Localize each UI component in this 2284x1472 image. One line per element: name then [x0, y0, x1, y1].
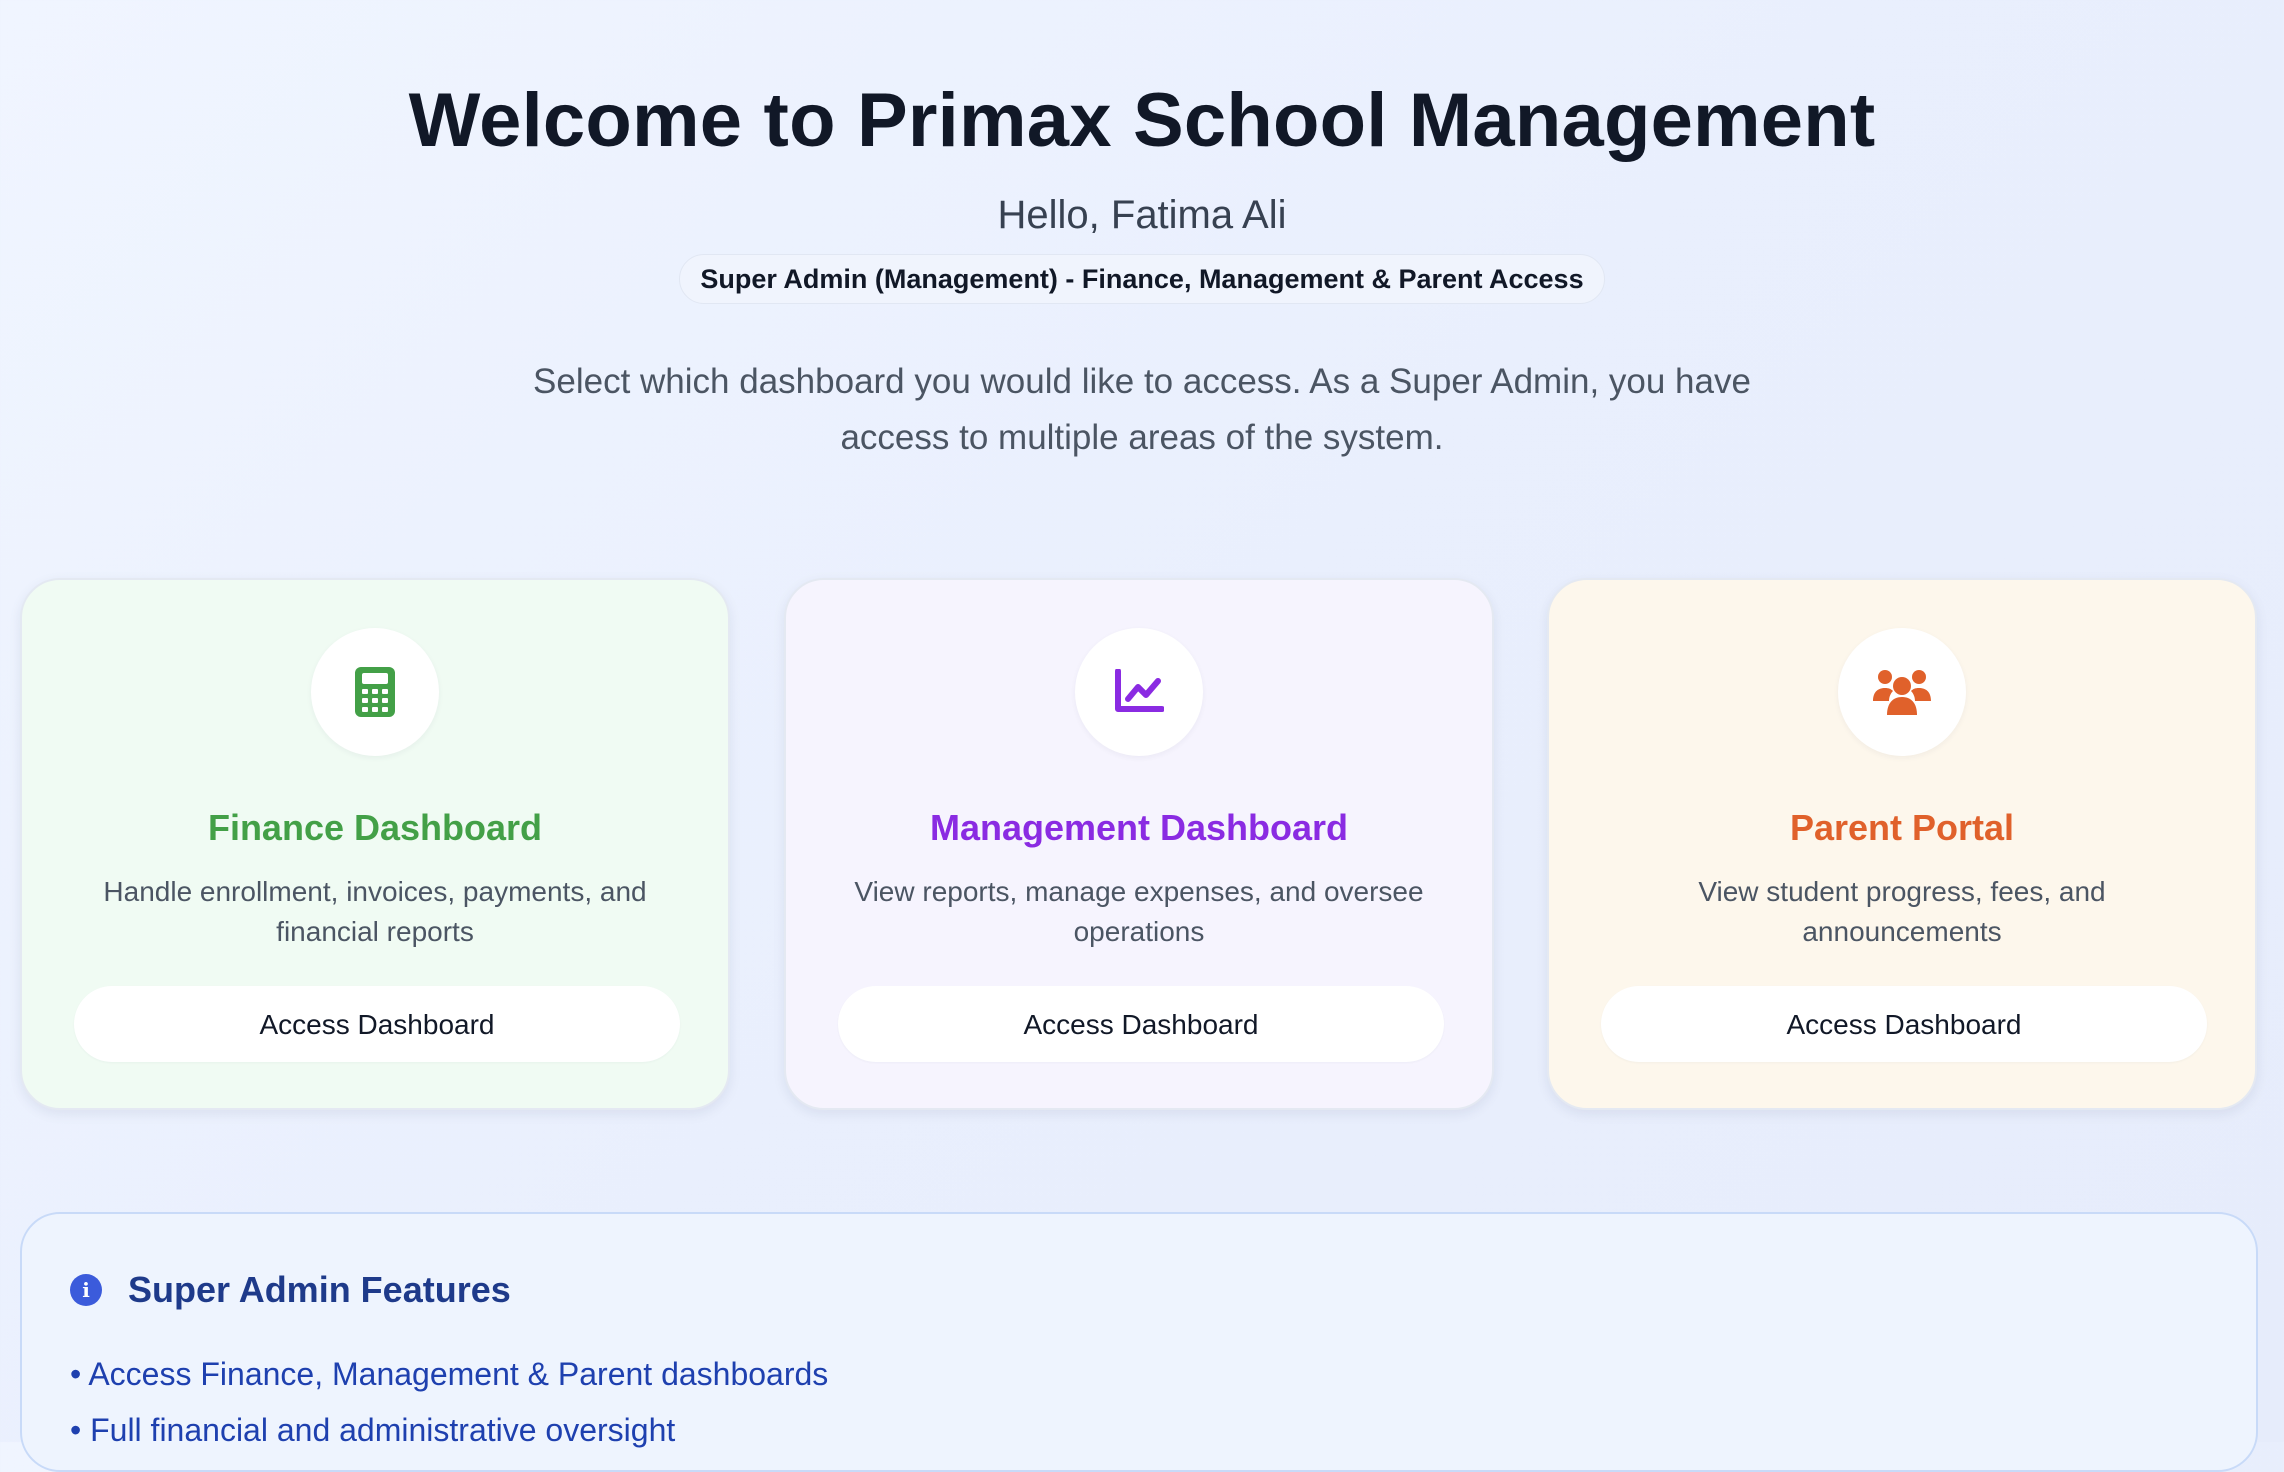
- finance-icon-circle: [311, 628, 439, 756]
- parent-portal-card[interactable]: Parent Portal View student progress, fee…: [1547, 578, 2257, 1110]
- greeting-text: Hello, Fatima Ali: [997, 193, 1287, 237]
- dashboard-selector-page: Welcome to Primax School Management Hell…: [0, 0, 2284, 1472]
- management-card-title: Management Dashboard: [929, 807, 1349, 848]
- role-badge: Super Admin (Management) - Finance, Mana…: [679, 254, 1605, 304]
- finance-dashboard-card[interactable]: Finance Dashboard Handle enrollment, inv…: [20, 578, 730, 1110]
- management-icon-circle: [1075, 628, 1203, 756]
- info-icon: i: [70, 1274, 102, 1306]
- calculator-icon: [355, 667, 395, 717]
- parent-card-description: View student progress, fees, and announc…: [1698, 876, 2106, 947]
- chart-line-icon: [1115, 669, 1164, 712]
- parent-icon-circle: [1838, 628, 1966, 756]
- dashboard-cards: Finance Dashboard Handle enrollment, inv…: [20, 578, 2258, 1114]
- features-title: Super Admin Features: [128, 1269, 511, 1310]
- intro-text: Select which dashboard you would like to…: [533, 362, 1751, 457]
- parent-card-title: Parent Portal: [1789, 807, 2015, 848]
- parent-access-dashboard-button[interactable]: Access Dashboard: [1601, 986, 2207, 1062]
- management-card-description: View reports, manage expenses, and overs…: [854, 876, 1424, 947]
- features-list-item: • Access Finance, Management & Parent da…: [70, 1356, 829, 1392]
- management-dashboard-card[interactable]: Management Dashboard View reports, manag…: [784, 578, 1494, 1110]
- features-list: • Access Finance, Management & Parent da…: [70, 1346, 828, 1458]
- features-header: i Super Admin Features: [70, 1268, 511, 1312]
- page-header: Welcome to Primax School Management Hell…: [0, 0, 2284, 466]
- super-admin-features-panel: i Super Admin Features • Access Finance,…: [20, 1212, 2258, 1472]
- finance-card-description: Handle enrollment, invoices, payments, a…: [103, 876, 647, 947]
- page-title: Welcome to Primax School Management: [408, 78, 1876, 163]
- finance-access-dashboard-button[interactable]: Access Dashboard: [74, 986, 680, 1062]
- features-list-item: • Full financial and administrative over…: [70, 1412, 676, 1448]
- users-icon: [1873, 670, 1931, 715]
- finance-card-title: Finance Dashboard: [207, 807, 543, 848]
- management-access-dashboard-button[interactable]: Access Dashboard: [838, 986, 1444, 1062]
